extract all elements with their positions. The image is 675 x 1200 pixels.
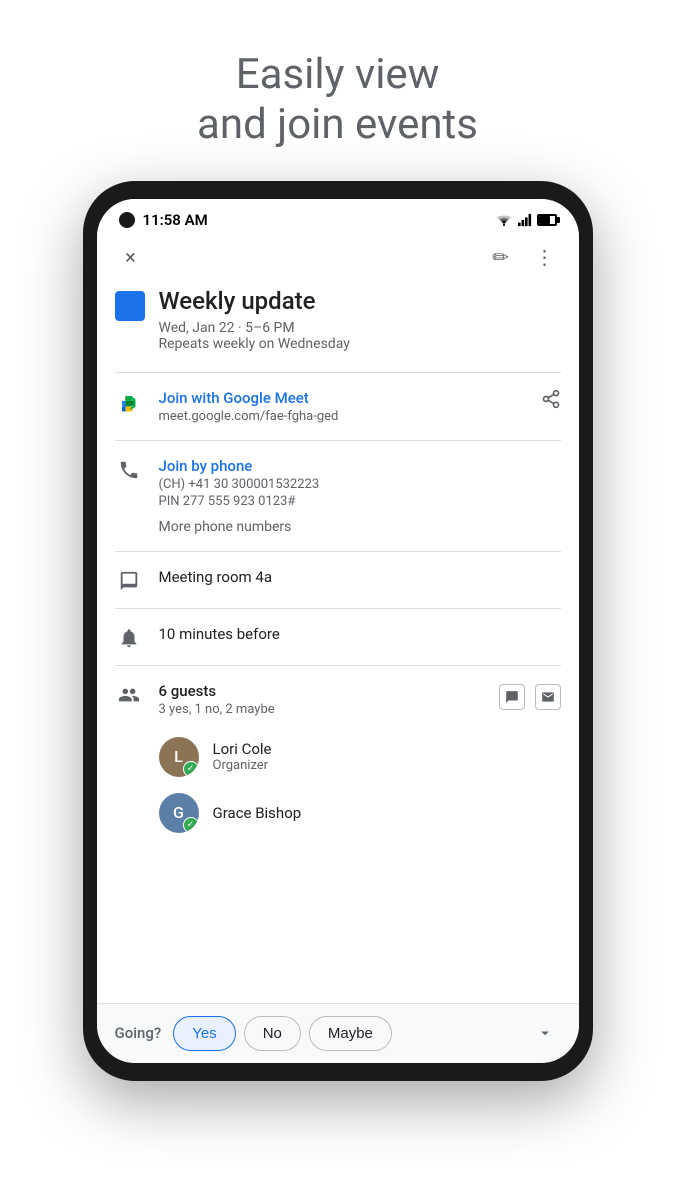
divider-2 xyxy=(115,440,561,441)
event-date: Wed, Jan 22 · 5–6 PM xyxy=(159,320,561,336)
close-button[interactable]: × xyxy=(115,245,147,269)
divider-4 xyxy=(115,608,561,609)
more-phone-link[interactable]: More phone numbers xyxy=(159,519,561,535)
phone-info: Join by phone (CH) +41 30 300001532223 P… xyxy=(159,457,561,535)
rsvp-check-grace: ✓ xyxy=(183,817,199,833)
message-guests-button[interactable] xyxy=(499,684,525,710)
room-row: Meeting room 4a xyxy=(97,556,579,604)
meet-info: Join with Google Meet meet.google.com/fa… xyxy=(159,389,525,424)
meet-join-link[interactable]: Join with Google Meet xyxy=(159,389,525,407)
divider-3 xyxy=(115,551,561,552)
rsvp-dropdown-button[interactable] xyxy=(529,1017,561,1049)
more-button[interactable]: ⋮ xyxy=(529,245,561,269)
meet-link-url: meet.google.com/fae-fgha-ged xyxy=(159,409,525,424)
room-icon xyxy=(115,568,143,592)
status-time: 11:58 AM xyxy=(143,211,208,229)
phone-icon xyxy=(115,457,143,481)
bottom-bar: Going? Yes No Maybe xyxy=(97,1003,579,1063)
maybe-button[interactable]: Maybe xyxy=(309,1016,392,1051)
guest-role-lori: Organizer xyxy=(213,758,272,773)
avatar-lori: L ✓ xyxy=(159,737,199,777)
reminder-info: 10 minutes before xyxy=(159,625,561,643)
meet-share-action xyxy=(541,389,561,414)
gmeet-logo xyxy=(117,391,141,415)
event-title: Weekly update xyxy=(159,287,561,316)
phone-frame: 11:58 AM xyxy=(83,181,593,1081)
guests-actions xyxy=(499,682,561,710)
edit-button[interactable]: ✏ xyxy=(485,245,517,269)
guests-icon xyxy=(115,682,143,706)
room-info: Meeting room 4a xyxy=(159,568,561,586)
rsvp-buttons: Yes No Maybe xyxy=(173,1016,516,1051)
phone-row: Join by phone (CH) +41 30 300001532223 P… xyxy=(97,445,579,547)
reminder-row: 10 minutes before xyxy=(97,613,579,661)
email-guests-button[interactable] xyxy=(535,684,561,710)
guest-info-lori: Lori Cole Organizer xyxy=(213,740,272,773)
divider-1 xyxy=(115,372,561,373)
guest-info-grace: Grace Bishop xyxy=(213,804,302,822)
event-color-block xyxy=(115,291,145,321)
promo-title: Easily view and join events xyxy=(60,50,615,151)
reminder-icon xyxy=(115,625,143,649)
phone-screen: 11:58 AM xyxy=(97,199,579,1063)
guest-item-grace: G ✓ Grace Bishop xyxy=(97,785,579,841)
guests-count: 6 guests xyxy=(159,682,483,700)
event-repeat: Repeats weekly on Wednesday xyxy=(159,336,561,352)
status-bar: 11:58 AM xyxy=(97,199,579,235)
app-content: × ✏ ⋮ Weekly update Wed, Jan 22 · 5–6 PM… xyxy=(97,235,579,1003)
top-bar: × ✏ ⋮ xyxy=(97,235,579,279)
phone-join-link[interactable]: Join by phone xyxy=(159,457,561,475)
yes-button[interactable]: Yes xyxy=(173,1016,235,1051)
guest-name-grace: Grace Bishop xyxy=(213,804,302,822)
guests-rsvp: 3 yes, 1 no, 2 maybe xyxy=(159,702,483,717)
camera-dot xyxy=(119,212,135,228)
guest-name-lori: Lori Cole xyxy=(213,740,272,758)
guests-row: 6 guests 3 yes, 1 no, 2 maybe xyxy=(97,670,579,729)
guest-item-lori: L ✓ Lori Cole Organizer xyxy=(97,729,579,785)
avatar-grace: G ✓ xyxy=(159,793,199,833)
rsvp-check-lori: ✓ xyxy=(183,761,199,777)
status-icons xyxy=(495,213,557,227)
wifi-icon xyxy=(495,213,513,227)
gmeet-icon xyxy=(115,389,143,415)
no-button[interactable]: No xyxy=(244,1016,301,1051)
going-label: Going? xyxy=(115,1024,162,1042)
room-label: Meeting room 4a xyxy=(159,568,561,586)
google-meet-row: Join with Google Meet meet.google.com/fa… xyxy=(97,377,579,436)
event-header: Weekly update Wed, Jan 22 · 5–6 PM Repea… xyxy=(97,279,579,368)
reminder-label: 10 minutes before xyxy=(159,625,561,643)
divider-5 xyxy=(115,665,561,666)
battery-icon xyxy=(537,214,557,226)
share-button[interactable] xyxy=(541,389,561,414)
event-info: Weekly update Wed, Jan 22 · 5–6 PM Repea… xyxy=(159,287,561,352)
phone-wrapper: 11:58 AM xyxy=(73,181,603,1200)
status-left: 11:58 AM xyxy=(119,211,208,229)
promo-section: Easily view and join events xyxy=(0,0,675,181)
signal-icon xyxy=(518,213,532,227)
top-bar-right: ✏ ⋮ xyxy=(485,245,561,269)
phone-pin: PIN 277 555 923 0123# xyxy=(159,494,561,509)
guests-info: 6 guests 3 yes, 1 no, 2 maybe xyxy=(159,682,483,717)
phone-number: (CH) +41 30 300001532223 xyxy=(159,477,561,492)
